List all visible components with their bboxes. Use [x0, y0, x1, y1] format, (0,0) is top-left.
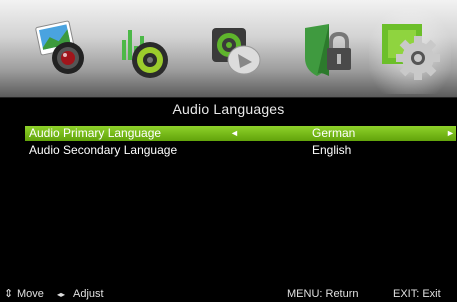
row-label: Audio Secondary Language — [29, 143, 178, 157]
sound-icon[interactable] — [114, 18, 178, 82]
menu-icon-bar — [0, 0, 457, 98]
picture-icon[interactable] — [30, 18, 94, 82]
row-label: Audio Primary Language — [29, 126, 162, 140]
adjust-icon: ◂▸ — [57, 290, 66, 299]
arrow-left-icon[interactable]: ◄ — [230, 126, 239, 141]
adjust-label: Adjust — [73, 288, 104, 300]
move-label: Move — [17, 288, 44, 300]
channel-icon[interactable] — [206, 18, 270, 82]
audio-secondary-language-row[interactable]: Audio Secondary Language English — [25, 143, 456, 158]
setup-icon[interactable] — [378, 18, 442, 82]
exit-hint: EXIT: Exit — [393, 288, 441, 300]
row-value: English — [312, 143, 352, 157]
menu-return-hint: MENU: Return — [287, 288, 359, 300]
page-title: Audio Languages — [172, 101, 285, 117]
row-value: German — [312, 126, 356, 140]
move-icon: ⇕ — [4, 288, 14, 300]
footer-hints: ⇕ Move ◂▸ Adjust MENU: Return EXIT: Exit — [0, 287, 457, 302]
audio-primary-language-row[interactable]: Audio Primary Language ◄ German ► — [25, 126, 456, 141]
lock-icon[interactable] — [295, 18, 359, 82]
arrow-right-icon[interactable]: ► — [446, 126, 455, 141]
